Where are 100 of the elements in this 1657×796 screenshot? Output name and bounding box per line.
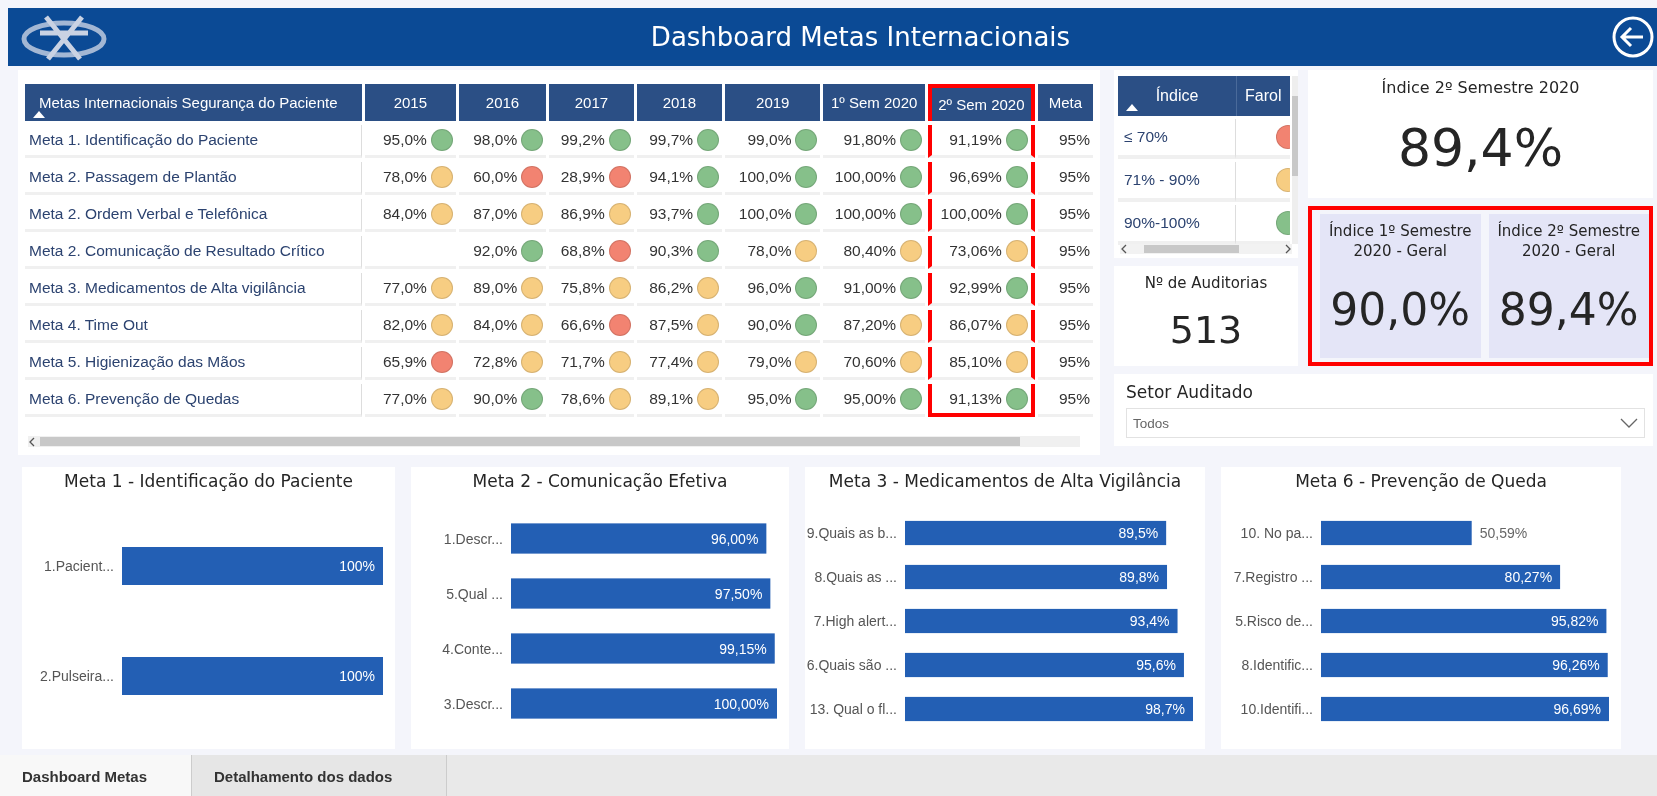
chart-bar[interactable]: [511, 633, 775, 664]
row-label: Meta 2. Ordem Verbal e Telefônica: [25, 199, 362, 232]
table-cell: 95,0%: [382, 131, 427, 149]
chevron-down-icon[interactable]: [1620, 418, 1638, 428]
table-cell: 91,80%: [843, 131, 896, 149]
category-label: 10.Identifi...: [1240, 701, 1313, 717]
category-label: 7.High alert...: [813, 613, 897, 629]
card-value: 90,0%: [1330, 283, 1471, 337]
scroll-right-icon[interactable]: [1284, 244, 1292, 254]
category-label: 3.Descr...: [443, 695, 503, 712]
card-title: Índice 1º Semestre 2020 - Geral: [1327, 222, 1473, 261]
table-cell: 94,1%: [649, 168, 694, 186]
chart-bar[interactable]: [511, 578, 771, 609]
value-label: 80,27%: [1504, 569, 1553, 585]
vertical-scrollbar[interactable]: [1292, 76, 1298, 244]
table-cell: 78,6%: [560, 390, 605, 408]
chart-bar[interactable]: [1321, 520, 1472, 546]
category-label: 8.Quais as ...: [814, 569, 897, 585]
column-header[interactable]: Farol: [1236, 76, 1290, 116]
table-cell: 90,3%: [649, 242, 694, 260]
chart-bar[interactable]: [905, 696, 1193, 722]
chart-bar[interactable]: [905, 520, 1167, 546]
chart-title: Meta 3 - Medicamentos de Alta Vigilância: [827, 471, 1183, 491]
value-label: 97,50%: [714, 585, 763, 602]
table-cell: 72,8%: [473, 353, 518, 371]
table-cell: 80,40%: [843, 242, 896, 260]
table-cell: 73,06%: [949, 242, 1002, 260]
table-cell: 96,69%: [949, 168, 1002, 186]
table-cell: 100,00%: [834, 205, 896, 223]
table-cell: 82,0%: [382, 316, 427, 334]
chart-bar[interactable]: [905, 652, 1184, 678]
value-label: 100%: [339, 668, 375, 684]
table-cell: 95,00%: [843, 390, 896, 408]
value-label: 100%: [339, 558, 375, 574]
table-cell: 91,19%: [949, 131, 1002, 149]
column-header[interactable]: 2º Sem 2020: [928, 84, 1035, 121]
column-header[interactable]: Índice: [1118, 76, 1236, 116]
value-label: 89,5%: [1118, 525, 1159, 541]
column-header[interactable]: 1º Sem 2020: [823, 84, 925, 121]
chart-bar[interactable]: [1321, 696, 1609, 722]
value-label: 93,4%: [1129, 613, 1170, 629]
table-cell: 96,0%: [747, 279, 792, 297]
chart-bar[interactable]: [905, 564, 1168, 590]
table-cell: 84,0%: [382, 205, 427, 223]
scroll-left-icon[interactable]: [28, 436, 36, 447]
table-cell: 87,5%: [649, 316, 694, 334]
page-tab[interactable]: Dashboard Metas: [0, 755, 192, 796]
dropdown-field[interactable]: Todos: [1126, 408, 1645, 438]
table-cell: 90,0%: [473, 390, 518, 408]
category-label: 5.Risco de...: [1235, 613, 1313, 629]
table-cell: 79,0%: [747, 353, 792, 371]
table-cell: 90,0%: [747, 316, 792, 334]
chart-title: Meta 6 - Prevenção de Queda: [1294, 471, 1548, 491]
table-cell: 78,0%: [747, 242, 792, 260]
column-header[interactable]: Metas Internacionais Segurança do Paciente: [25, 84, 362, 121]
row-label: Meta 5. Higienização das Mãos: [25, 347, 362, 380]
chart-title: Meta 1 - Identificação do Paciente: [63, 471, 354, 491]
value-label: 95,6%: [1136, 657, 1176, 673]
table-cell: 77,0%: [382, 390, 427, 408]
chart-bar[interactable]: [905, 608, 1178, 634]
row-label: Meta 6. Prevenção de Quedas: [25, 384, 362, 417]
row-label: Meta 3. Medicamentos de Alta vigilância: [25, 273, 362, 306]
table-cell: 95,0%: [747, 390, 792, 408]
table-cell: 99,7%: [649, 131, 694, 149]
chart-bar[interactable]: [1321, 652, 1608, 678]
table-cell: 100,0%: [738, 205, 792, 223]
sort-ascending-icon[interactable]: [33, 111, 45, 118]
category-label: 9.Quais as b...: [806, 525, 897, 541]
column-header[interactable]: 2015: [364, 84, 456, 121]
table-cell: 87,20%: [843, 316, 896, 334]
table-cell: 66,6%: [560, 316, 605, 334]
scroll-left-icon[interactable]: [1120, 244, 1128, 254]
category-label: 5.Qual ...: [446, 585, 503, 602]
table-cell: 91,13%: [949, 389, 1002, 408]
category-label: 6.Quais são ...: [806, 657, 897, 673]
chart-bar[interactable]: [1321, 564, 1561, 590]
table-cell: 68,8%: [560, 242, 605, 260]
column-header[interactable]: 2017: [549, 84, 634, 121]
row-label: Meta 2. Comunicação de Resultado Crítico: [25, 236, 362, 269]
chart-bar[interactable]: [1321, 608, 1607, 634]
card-title: Nº de Auditorias: [1143, 274, 1269, 294]
table-cell: 91,00%: [843, 279, 896, 297]
chart-bar[interactable]: [511, 688, 777, 719]
column-header[interactable]: Meta: [1037, 84, 1093, 121]
chart-bar[interactable]: [511, 523, 767, 554]
category-label: 8.Identific...: [1241, 657, 1313, 673]
table-cell: 86,2%: [649, 279, 694, 297]
table-cell: 75,8%: [560, 279, 605, 297]
column-header[interactable]: 2018: [636, 84, 723, 121]
table-cell: 98,0%: [473, 131, 518, 149]
value-label: 96,00%: [710, 530, 759, 547]
horizontal-scrollbar[interactable]: [28, 436, 1080, 447]
column-header[interactable]: 2019: [725, 84, 821, 121]
sort-ascending-icon[interactable]: [1126, 104, 1138, 111]
legend-range: 71% - 90%: [1118, 162, 1236, 202]
row-label: Meta 2. Passagem de Plantão: [25, 162, 362, 195]
column-header[interactable]: 2016: [458, 84, 547, 121]
table-cell: 85,10%: [949, 353, 1002, 371]
table-cell: 92,0%: [473, 242, 518, 260]
horizontal-scrollbar[interactable]: [1120, 244, 1292, 254]
